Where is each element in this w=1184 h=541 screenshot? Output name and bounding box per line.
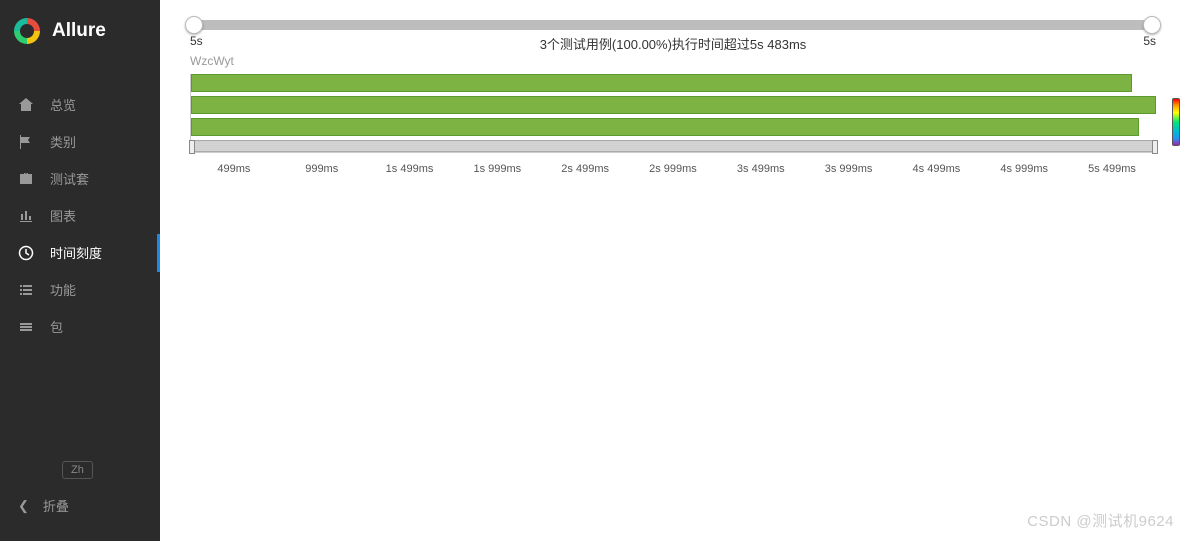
sidebar-item-suites[interactable]: 测试套 — [0, 160, 160, 197]
time-range-slider[interactable]: 5s 5s 3个测试用例(100.00%)执行时间超过5s 483ms — [190, 20, 1156, 48]
sidebar-item-overview[interactable]: 总览 — [0, 86, 160, 123]
sidebar-item-timeline[interactable]: 时间刻度 — [0, 234, 160, 271]
axis-tick: 2s 999ms — [629, 163, 717, 175]
sidebar-item-label: 类别 — [50, 132, 76, 151]
list-icon — [18, 282, 34, 298]
home-icon — [18, 97, 34, 113]
chevron-left-icon: ❮ — [18, 498, 29, 514]
axis-tick: 4s 999ms — [980, 163, 1068, 175]
axis-tick: 3s 499ms — [717, 163, 805, 175]
timeline-bar[interactable] — [191, 74, 1132, 92]
slider-summary-text: 3个测试用例(100.00%)执行时间超过5s 483ms — [190, 34, 1156, 53]
brush-selector[interactable] — [191, 140, 1156, 152]
sidebar-item-label: 包 — [50, 317, 63, 336]
sidebar-item-features[interactable]: 功能 — [0, 271, 160, 308]
collapse-button[interactable]: ❮ 折叠 — [18, 496, 69, 515]
watermark: CSDN @测试机9624 — [1027, 510, 1174, 531]
slider-thumb-right[interactable] — [1143, 16, 1161, 34]
axis-tick: 4s 499ms — [893, 163, 981, 175]
sidebar-item-label: 图表 — [50, 206, 76, 225]
sidebar-item-label: 测试套 — [50, 169, 89, 188]
clock-icon — [18, 245, 34, 261]
color-legend-bar[interactable] — [1172, 98, 1180, 146]
axis-tick: 499ms — [190, 163, 278, 175]
timeline-chart: WzcWyt 499ms 999ms 1s 499ms 1s 999ms 2s … — [190, 54, 1156, 175]
brush-grip-right[interactable] — [1152, 140, 1158, 154]
axis-tick: 2s 499ms — [541, 163, 629, 175]
axis-tick: 1s 999ms — [453, 163, 541, 175]
timeline-bar[interactable] — [191, 118, 1139, 136]
briefcase-icon — [18, 171, 34, 187]
sidebar-item-packages[interactable]: 包 — [0, 308, 160, 345]
axis-tick: 999ms — [278, 163, 366, 175]
bars-frame — [190, 74, 1156, 153]
language-selector[interactable]: Zh — [62, 461, 93, 479]
allure-logo-icon — [14, 18, 40, 44]
sidebar-item-charts[interactable]: 图表 — [0, 197, 160, 234]
axis-tick: 1s 499ms — [366, 163, 454, 175]
layers-icon — [18, 319, 34, 335]
sidebar: Allure 总览 类别 测试套 图表 时间刻度 功能 — [0, 0, 160, 541]
brand-title: Allure — [52, 20, 106, 42]
sidebar-item-categories[interactable]: 类别 — [0, 123, 160, 160]
timeline-bar[interactable] — [191, 96, 1156, 114]
chart-icon — [18, 208, 34, 224]
main-content: 5s 5s 3个测试用例(100.00%)执行时间超过5s 483ms WzcW… — [160, 0, 1184, 541]
series-label: WzcWyt — [190, 54, 1156, 68]
slider-track[interactable] — [190, 20, 1156, 30]
collapse-label: 折叠 — [43, 496, 69, 515]
logo-row[interactable]: Allure — [0, 0, 160, 62]
slider-thumb-left[interactable] — [185, 16, 203, 34]
x-axis: 499ms 999ms 1s 499ms 1s 999ms 2s 499ms 2… — [190, 163, 1156, 175]
brush-grip-left[interactable] — [189, 140, 195, 154]
flag-icon — [18, 134, 34, 150]
axis-tick: 3s 999ms — [805, 163, 893, 175]
nav: 总览 类别 测试套 图表 时间刻度 功能 包 — [0, 86, 160, 345]
axis-tick: 5s 499ms — [1068, 163, 1156, 175]
sidebar-item-label: 功能 — [50, 280, 76, 299]
sidebar-item-label: 总览 — [50, 95, 76, 114]
sidebar-item-label: 时间刻度 — [50, 243, 102, 262]
